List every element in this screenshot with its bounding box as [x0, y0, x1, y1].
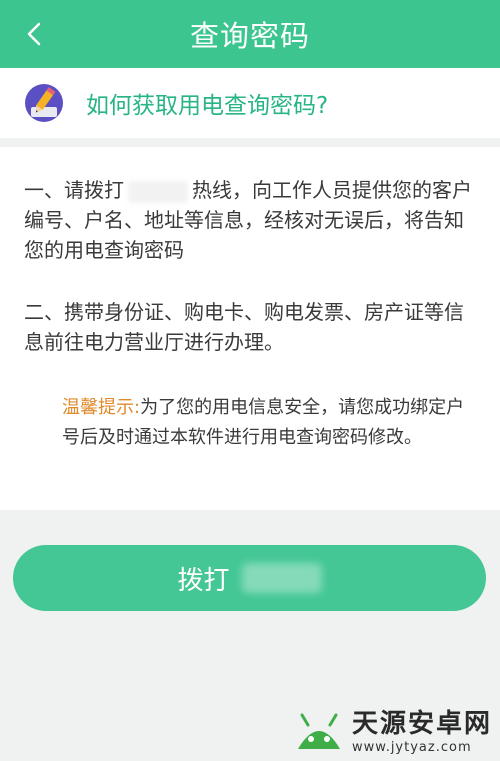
- instructions-panel: 一、请拨打 热线，向工作人员提供您的客户编号、户名、地址等信息，经核对无误后，将告…: [0, 147, 500, 510]
- instruction-step-2: 二、携带身份证、购电卡、购电发票、房产证等信息前往电力营业厅进行办理。: [24, 300, 464, 354]
- chevron-left-icon: [27, 22, 41, 46]
- watermark: 天源安卓网 www.jytyaz.com: [292, 703, 492, 755]
- top-bar: 查询密码: [0, 0, 500, 68]
- step-1-text-start: 一、请拨打: [24, 178, 124, 202]
- watermark-url: www.jytyaz.com: [351, 740, 472, 755]
- page-title: 查询密码: [189, 19, 310, 53]
- call-hotline-button[interactable]: 拨打: [13, 545, 486, 611]
- call-button-label: 拨打: [177, 565, 230, 596]
- android-logo-icon: [297, 713, 340, 749]
- redacted-phone-number: [241, 563, 322, 593]
- instruction-step-1: 一、请拨打 热线，向工作人员提供您的客户编号、户名、地址等信息，经核对无误后，将告…: [24, 175, 476, 265]
- warm-tip: 温馨提示:为了您的用电信息安全，请您成功绑定户号后及时通过本软件进行用电查询密码…: [62, 393, 478, 453]
- back-button[interactable]: [14, 14, 54, 54]
- watermark-name: 天源安卓网: [351, 709, 492, 739]
- warm-tip-label: 温馨提示:: [62, 397, 141, 418]
- redacted-phone-number: [128, 180, 188, 203]
- pencil-icon: [25, 84, 63, 122]
- how-to-get-password-bar: 如何获取用电查询密码?: [0, 68, 500, 138]
- how-to-get-password-heading: 如何获取用电查询密码?: [86, 93, 329, 119]
